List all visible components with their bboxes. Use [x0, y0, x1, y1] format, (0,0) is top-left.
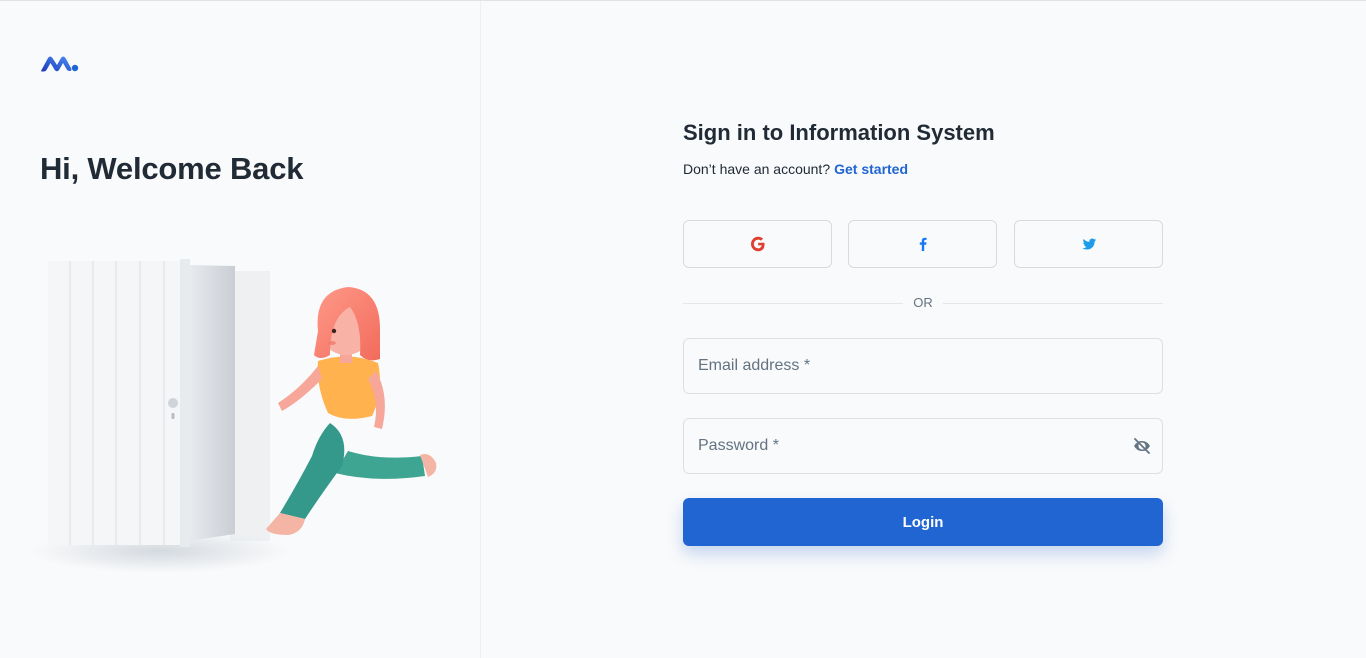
divider-line-right [943, 303, 1163, 304]
google-login-button[interactable] [683, 220, 832, 268]
divider-line-left [683, 303, 903, 304]
login-button[interactable]: Login [683, 498, 1163, 546]
twitter-icon [1081, 238, 1096, 250]
girl-running-through-door-illustration [30, 259, 437, 573]
google-icon [750, 236, 764, 252]
or-text: OR [913, 295, 933, 310]
twitter-login-button[interactable] [1014, 220, 1163, 268]
eye-off-icon[interactable] [1132, 436, 1152, 456]
password-label: Password * [698, 437, 779, 454]
welcome-heading: Hi, Welcome Back [40, 151, 304, 186]
password-field[interactable]: Password * [683, 418, 1163, 474]
or-divider: OR [683, 294, 1163, 312]
get-started-link[interactable]: Get started [834, 161, 908, 177]
login-form: Sign in to Information System Don’t have… [683, 118, 1163, 546]
minimal-logo-icon[interactable] [40, 51, 80, 75]
social-login-row [683, 220, 1163, 268]
left-panel: Hi, Welcome Back [0, 1, 481, 658]
signup-prompt: Don’t have an account? Get started [683, 159, 1163, 179]
facebook-login-button[interactable] [848, 220, 997, 268]
email-field[interactable]: Email address * [683, 338, 1163, 394]
facebook-icon [919, 237, 927, 251]
form-title: Sign in to Information System [683, 120, 995, 145]
email-label: Email address * [698, 357, 811, 374]
signup-prompt-text: Don’t have an account? [683, 161, 831, 177]
